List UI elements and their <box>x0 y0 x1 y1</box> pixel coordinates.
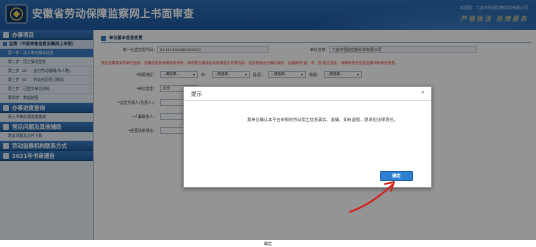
confirm-button[interactable]: 确定 <box>380 171 413 181</box>
dialog-header: 提示 ✕ <box>184 87 431 101</box>
dialog-title: 提示 <box>191 91 203 98</box>
dialog-message: 我单位确认本平台申报的劳动用工信息真实、准确、如有虚假，愿承担法律责任。 <box>247 117 398 122</box>
close-icon[interactable]: ✕ <box>421 91 425 96</box>
footer-text: 确定 <box>264 240 272 246</box>
footer: 确定 <box>0 240 536 247</box>
confirm-dialog: 提示 ✕ 我单位确认本平台申报的劳动用工信息真实、准确、如有虚假，愿承担法律责任… <box>183 86 432 188</box>
